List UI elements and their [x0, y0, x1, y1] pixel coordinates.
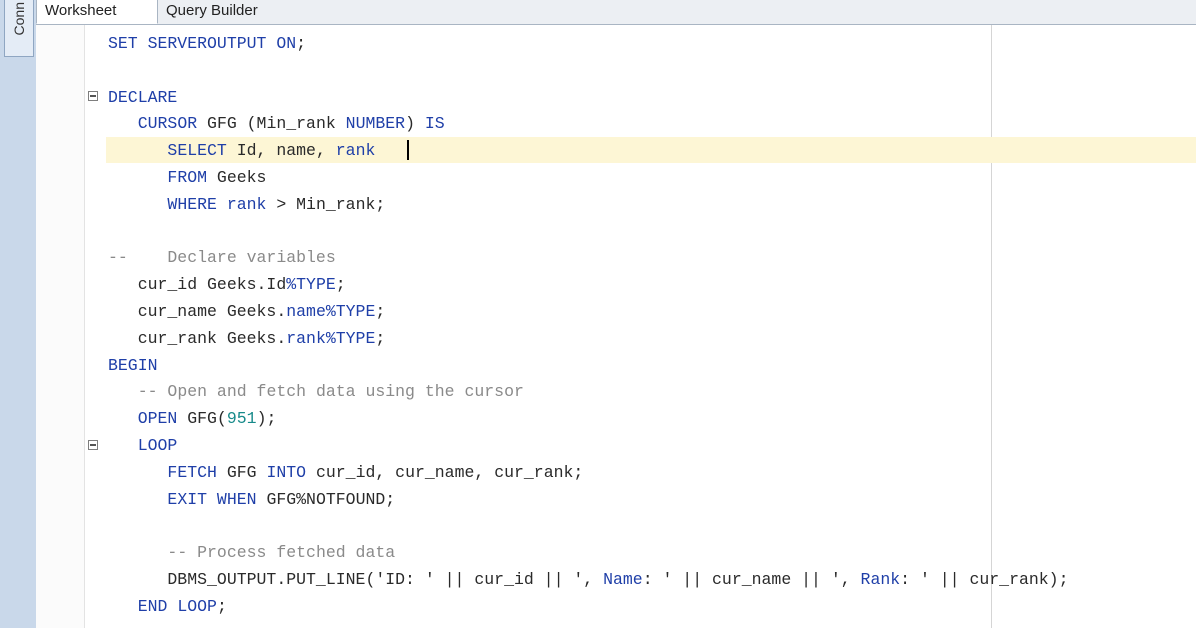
code-line[interactable]: EXIT WHEN GFG%NOTFOUND;	[108, 487, 1068, 514]
code-token: GFG(	[177, 409, 227, 429]
keyword-token: LOOP	[137, 435, 178, 455]
code-token: ;	[296, 34, 307, 53]
number-token: 951	[226, 409, 257, 429]
keyword-token: INTO	[266, 462, 307, 482]
connections-side-panel: Conn	[0, 0, 37, 628]
code-line[interactable]: OPEN GFG(951);	[108, 406, 1068, 433]
keyword-token: BEGIN	[108, 355, 158, 375]
code-line[interactable]	[108, 219, 1068, 246]
code-line[interactable]: DBMS_OUTPUT.PUT_LINE('ID: ' || cur_id ||…	[108, 567, 1068, 594]
fold-loop-icon[interactable]	[88, 440, 98, 450]
tab-worksheet[interactable]: Worksheet	[36, 0, 158, 24]
code-token: cur_id, cur_name, cur_rank;	[306, 462, 584, 482]
keyword-token: %TYPE	[325, 301, 376, 321]
editor-tab-bar: Worksheet Query Builder	[36, 0, 1196, 25]
keyword-token: %TYPE	[286, 275, 336, 295]
code-line[interactable]: -- Open and fetch data using the cursor	[108, 379, 1068, 406]
keyword-token: Name	[603, 569, 643, 589]
code-token: cur_id Geeks.Id	[108, 275, 287, 295]
keyword-token: Rank	[860, 569, 901, 589]
code-token: ;	[375, 301, 386, 321]
keyword-token: IS	[424, 114, 445, 134]
code-token: ;	[335, 275, 346, 295]
keyword-token: rank	[286, 328, 326, 348]
code-line[interactable]	[108, 58, 1068, 85]
code-line[interactable]: -- Process fetched data	[108, 540, 1068, 567]
code-token: cur_name Geeks.	[108, 301, 287, 321]
code-token: cur_rank Geeks.	[108, 328, 287, 348]
code-token: DBMS_OUTPUT.PUT_LINE('ID: ' || cur_id ||…	[108, 569, 604, 589]
text-caret	[407, 140, 409, 160]
sql-editor[interactable]: SET SERVEROUTPUT ON; DECLARE CURSOR GFG …	[36, 25, 1196, 628]
comment-token: -- Process fetched data	[167, 543, 396, 563]
code-text[interactable]: SET SERVEROUTPUT ON; DECLARE CURSOR GFG …	[108, 31, 1068, 621]
keyword-token: rank	[335, 141, 376, 161]
keyword-token: WHERE	[167, 194, 217, 214]
code-line[interactable]: -- Declare variables	[108, 245, 1068, 272]
code-token: GFG (Min_rank	[197, 114, 346, 134]
keyword-token: FETCH	[167, 462, 217, 482]
connections-side-tab[interactable]: Conn	[4, 0, 34, 57]
connections-tab-label: Conn	[11, 2, 27, 36]
code-line[interactable]: FETCH GFG INTO cur_id, cur_name, cur_ran…	[108, 460, 1068, 487]
code-line[interactable]: DECLARE	[108, 85, 1068, 112]
keyword-token: NUMBER	[345, 114, 406, 134]
code-line[interactable]: cur_rank Geeks.rank%TYPE;	[108, 326, 1068, 353]
code-token: );	[256, 409, 277, 429]
code-token: GFG	[216, 462, 267, 482]
code-token: ;	[375, 328, 386, 348]
code-line[interactable]: BEGIN	[108, 353, 1068, 380]
keyword-token: CURSOR	[137, 114, 198, 134]
code-line[interactable]: FROM Geeks	[108, 165, 1068, 192]
gutter-divider	[84, 25, 85, 628]
comment-token: -- Open and fetch data using the cursor	[137, 382, 524, 402]
code-token: GFG%NOTFOUND;	[256, 489, 396, 509]
code-token: Id, name,	[226, 141, 336, 161]
keyword-token: EXIT WHEN	[167, 489, 257, 509]
code-token: : ' || cur_name || ',	[642, 569, 861, 589]
keyword-token: SELECT	[167, 141, 227, 161]
code-line[interactable]: SET SERVEROUTPUT ON;	[108, 31, 1068, 58]
keyword-token: SET SERVEROUTPUT ON	[108, 34, 297, 53]
code-line[interactable]	[108, 513, 1068, 540]
code-line[interactable]: cur_name Geeks.name%TYPE;	[108, 299, 1068, 326]
code-line[interactable]: LOOP	[108, 433, 1068, 460]
keyword-token: OPEN	[137, 409, 178, 429]
comment-token: -- Declare variables	[108, 248, 336, 268]
code-line[interactable]: SELECT Id, name, rank	[108, 138, 1068, 165]
code-line[interactable]: CURSOR GFG (Min_rank NUMBER) IS	[108, 111, 1068, 138]
code-line[interactable]: cur_id Geeks.Id%TYPE;	[108, 272, 1068, 299]
tab-query-builder[interactable]: Query Builder	[158, 0, 298, 24]
fold-declare-icon[interactable]	[88, 91, 98, 101]
code-token: Geeks	[207, 167, 267, 187]
keyword-token: FROM	[167, 167, 208, 187]
keyword-token: rank	[226, 194, 267, 214]
line-gutter	[36, 25, 84, 628]
code-token: > Min_rank;	[266, 194, 386, 214]
keyword-token: name	[286, 301, 326, 321]
keyword-token: %TYPE	[325, 328, 376, 348]
code-line[interactable]: WHERE rank > Min_rank;	[108, 192, 1068, 219]
code-token: )	[405, 114, 425, 134]
keyword-token: DECLARE	[108, 87, 178, 107]
code-token: ;	[216, 596, 227, 616]
code-token: : ' || cur_rank);	[900, 569, 1069, 589]
code-line[interactable]: END LOOP;	[108, 594, 1068, 621]
keyword-token: END LOOP	[137, 596, 217, 616]
